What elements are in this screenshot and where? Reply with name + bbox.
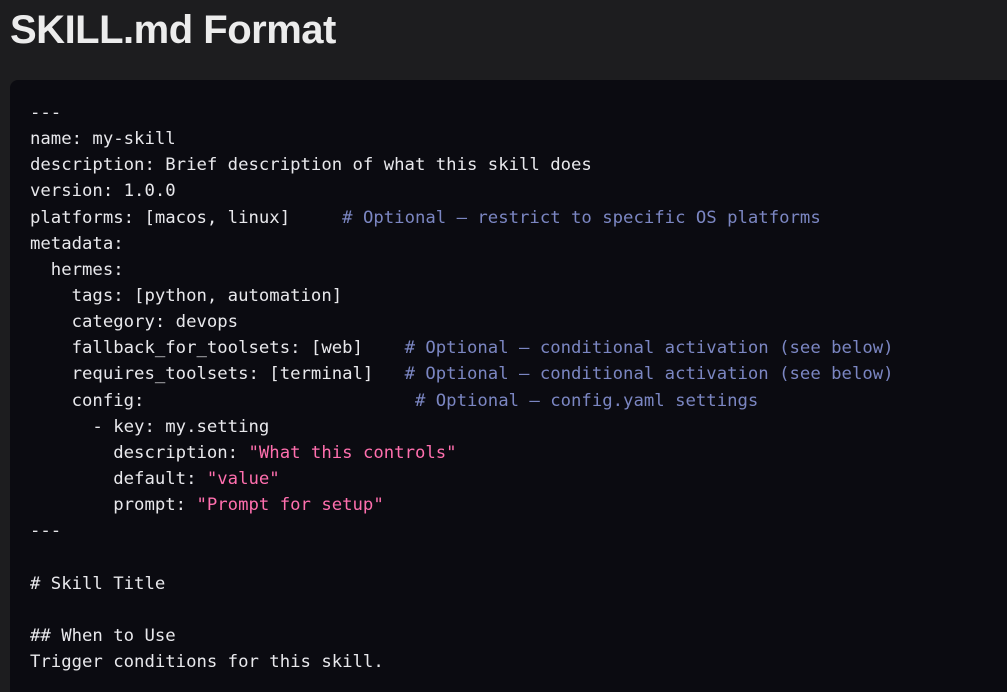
code-token-text: name: my-skill — [30, 129, 176, 150]
code-line: ​ — [30, 597, 894, 623]
code-token-text: version: 1.0.0 — [30, 181, 176, 202]
code-token-text: platforms: [macos, linux] — [30, 207, 343, 228]
code-token-string: "value" — [206, 468, 280, 489]
code-line: description: "What this controls" — [30, 440, 894, 466]
code-token-text: description: — [30, 442, 249, 463]
code-line: requires_toolsets: [terminal] # Optional… — [30, 361, 894, 387]
code-line: description: Brief description of what t… — [30, 152, 894, 178]
code-line: prompt: "Prompt for setup" — [30, 492, 894, 518]
code-token-text: fallback_for_toolsets: [web] — [30, 338, 405, 359]
page-title: SKILL.md Format — [10, 8, 336, 52]
code-line: - key: my.setting — [30, 414, 894, 440]
code-line: # Skill Title — [30, 571, 894, 597]
code-line: fallback_for_toolsets: [web] # Optional … — [30, 335, 894, 361]
code-token-text: config: — [30, 390, 415, 411]
code-token-comment: # Optional — conditional activation (see… — [404, 338, 894, 359]
code-line: name: my-skill — [30, 126, 894, 152]
code-token-text: --- — [30, 521, 62, 542]
code-token-text: ## When to Use — [30, 625, 176, 646]
code-token-text: requires_toolsets: [terminal] — [30, 364, 405, 385]
code-token-text: tags: [python, automation] — [30, 285, 343, 306]
code-line: platforms: [macos, linux] # Optional — r… — [30, 205, 894, 231]
code-block[interactable]: --- name: my-skill description: Brief desc… — [10, 80, 1007, 692]
code-line: metadata: — [30, 231, 894, 257]
code-token-text: prompt: — [30, 495, 197, 516]
code-line: config: # Optional — config.yaml setting… — [30, 388, 894, 414]
code-token-text: - key: my.setting — [30, 416, 270, 437]
code-line: --- — [30, 518, 894, 544]
code-line: ​ — [30, 544, 894, 570]
code-content[interactable]: --- name: my-skill description: Brief desc… — [30, 100, 894, 675]
code-token-text: # Skill Title — [30, 573, 166, 594]
code-line: version: 1.0.0 — [30, 178, 894, 204]
code-token-string: "Prompt for setup" — [196, 495, 384, 516]
code-line: default: "value" — [30, 466, 894, 492]
code-token-text: Trigger conditions for this skill. — [30, 651, 384, 672]
code-token-text: --- — [30, 103, 62, 123]
code-line: Trigger conditions for this skill. — [30, 649, 894, 675]
code-token-text: hermes: — [30, 259, 124, 280]
code-token-string: "What this controls" — [248, 442, 457, 463]
code-line: hermes: — [30, 257, 894, 283]
code-token-comment: # Optional — conditional activation (see… — [404, 364, 894, 385]
code-line: category: devops — [30, 309, 894, 335]
code-token-comment: # Optional — restrict to specific OS pla… — [342, 207, 821, 228]
code-token-text: metadata: — [30, 233, 124, 254]
code-token-comment: # Optional — config.yaml settings — [414, 390, 759, 411]
code-token-text: description: Brief description of what t… — [30, 155, 592, 176]
code-line: ## When to Use — [30, 623, 894, 649]
code-line: --- — [30, 100, 894, 126]
code-token-text: category: devops — [30, 312, 239, 333]
code-line: tags: [python, automation] — [30, 283, 894, 309]
code-token-text: default: — [30, 468, 207, 489]
